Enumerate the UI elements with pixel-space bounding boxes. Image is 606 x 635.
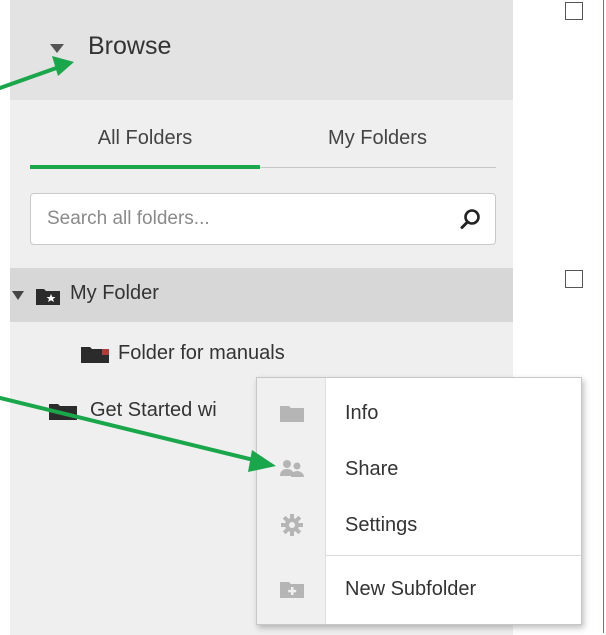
folder-icon [81, 347, 109, 363]
menu-label-new-subfolder: New Subfolder [345, 578, 477, 600]
active-tab-indicator [30, 165, 260, 169]
new-folder-icon [280, 582, 304, 598]
gear-icon [281, 514, 303, 536]
tree-item-folder-for-manuals[interactable]: Folder for manuals [10, 328, 513, 382]
menu-item-settings[interactable]: Settings [257, 498, 581, 554]
folder-context-menu: Info Share Settings New Subfolder [256, 377, 582, 625]
menu-label-share: Share [345, 458, 399, 480]
menu-item-info[interactable]: Info [257, 386, 581, 442]
people-icon [280, 460, 304, 477]
menu-item-new-subfolder[interactable]: New Subfolder [257, 562, 581, 618]
item-checkbox[interactable] [565, 2, 583, 20]
tree-label-get-started: Get Started wi [90, 399, 217, 421]
menu-item-share[interactable]: Share [257, 442, 581, 498]
menu-label-settings: Settings [345, 514, 418, 536]
browse-title: Browse [88, 32, 172, 60]
browse-header[interactable]: Browse [10, 0, 513, 100]
folder-icon [280, 406, 304, 422]
expand-caret-icon[interactable] [12, 291, 24, 300]
collapse-triangle-icon[interactable] [50, 44, 64, 53]
item-checkbox[interactable] [565, 270, 583, 288]
search-box [30, 193, 496, 245]
menu-label-info: Info [345, 402, 379, 424]
tab-all-folders[interactable]: All Folders [30, 120, 260, 170]
search-input[interactable] [31, 194, 451, 244]
search-icon[interactable] [459, 207, 483, 231]
tree-label-my-folder: My Folder [70, 282, 159, 304]
tree-item-my-folder[interactable]: My Folder [10, 268, 513, 322]
folder-icon [49, 404, 77, 420]
menu-divider [325, 555, 581, 556]
tab-my-folders[interactable]: My Folders [260, 120, 495, 170]
folder-tabs: All Folders My Folders [10, 120, 513, 170]
starred-folder-icon [36, 289, 60, 305]
tree-label-folder-for-manuals: Folder for manuals [118, 342, 285, 364]
